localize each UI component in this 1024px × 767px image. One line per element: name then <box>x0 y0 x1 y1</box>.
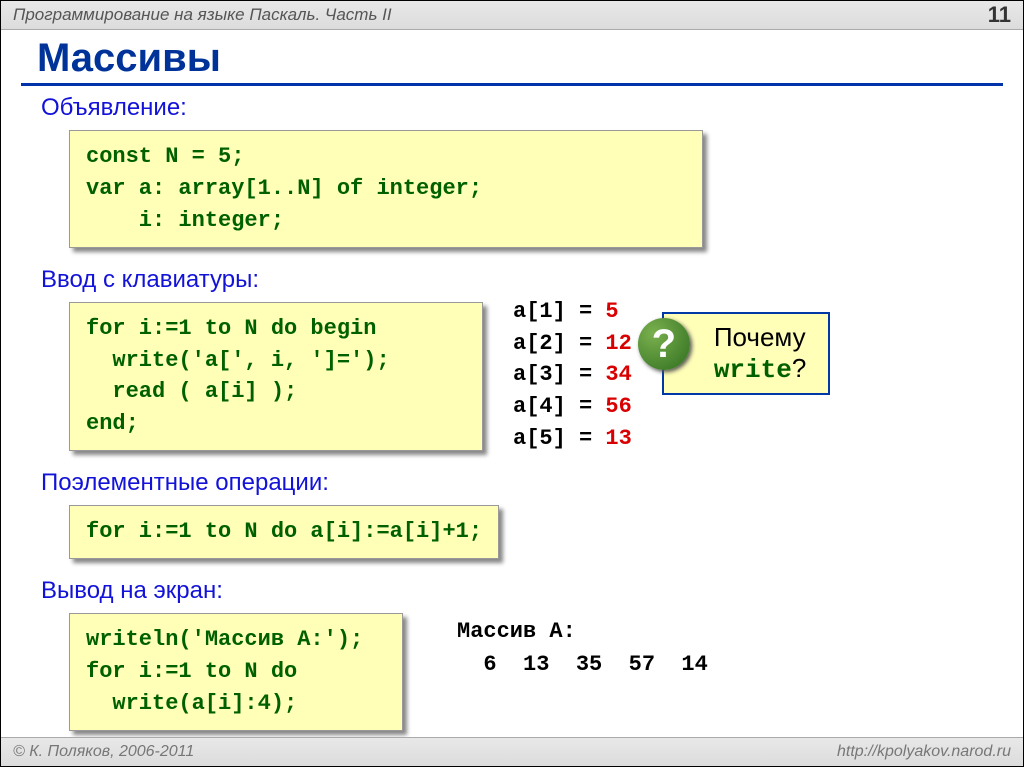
code-line: var a: array[1..N] of integer; <box>86 173 686 205</box>
output-line: 6 13 35 57 14 <box>457 648 708 681</box>
code-line: read ( a[i] ); <box>86 376 466 408</box>
page-number: 11 <box>988 2 1011 28</box>
code-line: writeln('Массив A:'); <box>86 624 386 656</box>
console-output: Массив A: 6 13 35 57 14 <box>457 615 708 681</box>
title-rule <box>21 83 1003 86</box>
code-output: writeln('Массив A:'); for i:=1 to N do w… <box>69 613 403 731</box>
output-row: writeln('Массив A:'); for i:=1 to N do w… <box>41 609 983 741</box>
code-input: for i:=1 to N do begin write('a[', i, ']… <box>69 302 483 452</box>
code-line: for i:=1 to N do <box>86 656 386 688</box>
code-declaration: const N = 5; var a: array[1..N] of integ… <box>69 130 703 248</box>
code-line: write(a[i]:4); <box>86 688 386 720</box>
code-line: end; <box>86 408 466 440</box>
section-declaration: Объявление: <box>41 94 983 122</box>
doc-title: Программирование на языке Паскаль. Часть… <box>13 5 392 25</box>
code-line: write('a[', i, ']='); <box>86 345 466 377</box>
question-mark-icon: ? <box>638 318 690 370</box>
array-value-row: a[3] = 34 <box>513 359 632 391</box>
slide: Программирование на языке Паскаль. Часть… <box>0 0 1024 767</box>
code-line: const N = 5; <box>86 141 686 173</box>
question-callout: ? Почему write? <box>662 312 830 395</box>
output-line: Массив A: <box>457 615 708 648</box>
array-value-row: a[1] = 5 <box>513 296 632 328</box>
copyright: © К. Поляков, 2006-2011 <box>13 743 194 761</box>
section-input: Ввод с клавиатуры: <box>41 266 983 294</box>
footer-bar: © К. Поляков, 2006-2011 http://kpolyakov… <box>1 737 1023 766</box>
code-line: for i:=1 to N do begin <box>86 313 466 345</box>
footer-url: http://kpolyakov.narod.ru <box>837 743 1011 761</box>
input-row: for i:=1 to N do begin write('a[', i, ']… <box>41 298 983 462</box>
slide-title: Массивы <box>37 36 1023 81</box>
array-value-row: a[5] = 13 <box>513 423 632 455</box>
section-output: Вывод на экран: <box>41 577 983 605</box>
array-value-row: a[4] = 56 <box>513 391 632 423</box>
array-value-row: a[2] = 12 <box>513 328 632 360</box>
content: Объявление: const N = 5; var a: array[1.… <box>1 94 1023 741</box>
array-values-panel: a[1] = 5 a[2] = 12 a[3] = 34 a[4] = 56 a… <box>513 296 632 455</box>
code-line: i: integer; <box>86 205 686 237</box>
top-bar: Программирование на языке Паскаль. Часть… <box>1 1 1023 30</box>
code-elementwise: for i:=1 to N do a[i]:=a[i]+1; <box>69 505 499 559</box>
callout-line2: write? <box>714 353 806 385</box>
code-line: for i:=1 to N do a[i]:=a[i]+1; <box>86 516 482 548</box>
callout-line1: Почему <box>714 322 806 353</box>
section-elementwise: Поэлементные операции: <box>41 469 983 497</box>
